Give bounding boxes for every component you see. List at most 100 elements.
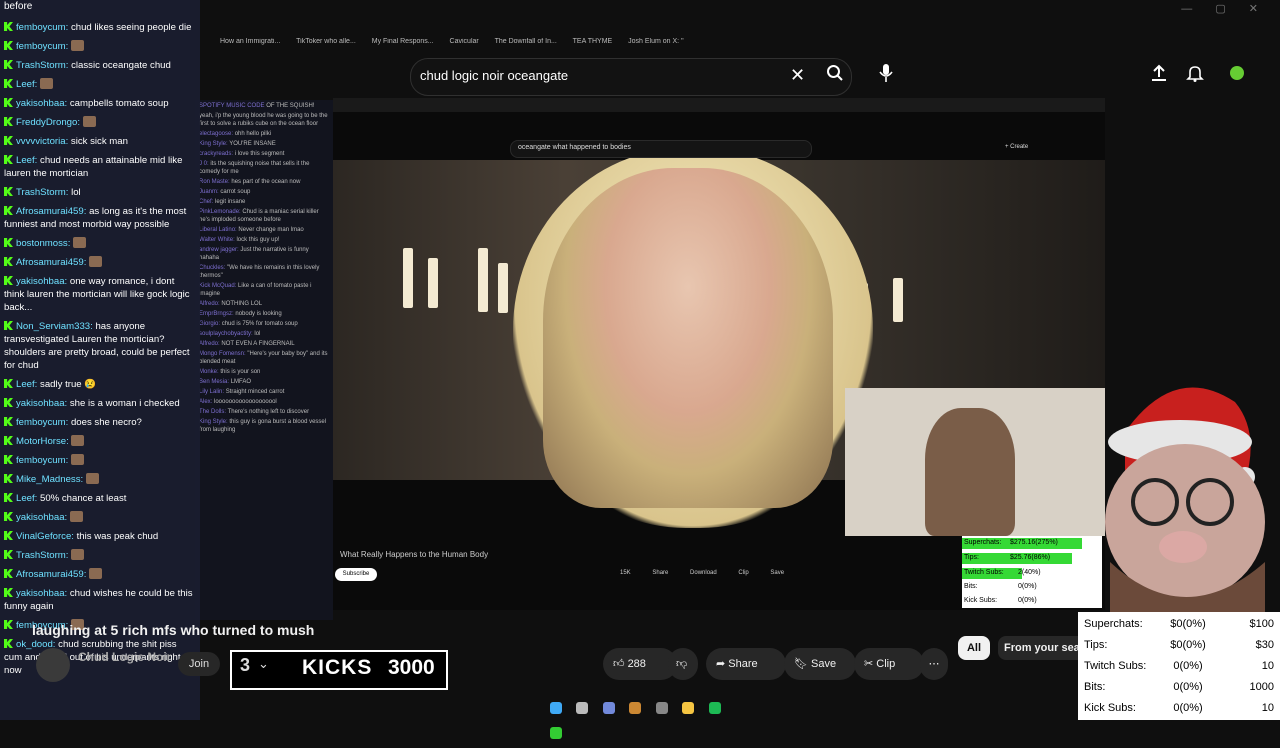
chat-username[interactable]: Afrosamurai459: xyxy=(16,206,86,217)
channel-avatar[interactable] xyxy=(36,648,70,682)
inner-chat-line: Chuckles: "We have his remains in this l… xyxy=(199,264,329,280)
search-icon[interactable] xyxy=(826,64,844,87)
inner-chat-user: Mongo Fomensn: xyxy=(199,351,246,357)
join-button[interactable]: Join xyxy=(178,652,220,676)
discord-icon[interactable] xyxy=(602,702,615,714)
clip-button[interactable]: ✂ Clip xyxy=(854,648,924,680)
chat-username[interactable]: yakisohbaa: xyxy=(16,588,67,599)
donation-row: Superchats: $0(0%) $100 xyxy=(1078,618,1280,636)
chat-username[interactable]: Leef: xyxy=(16,493,37,504)
notifications-bell-icon[interactable] xyxy=(1186,64,1204,87)
spotify-icon[interactable] xyxy=(708,702,721,714)
chat-text: this was peak chud xyxy=(76,531,159,542)
chat-username[interactable]: femboycum: xyxy=(16,41,68,52)
chat-username[interactable]: bostonmoss: xyxy=(16,238,70,249)
chat-username[interactable]: Afrosamurai459: xyxy=(16,257,86,268)
kick-badge-icon xyxy=(4,620,13,629)
browser-icon[interactable] xyxy=(655,702,668,714)
chat-username[interactable]: femboycum: xyxy=(16,22,68,33)
chat-message: yakisohbaa: she is a woman i checked xyxy=(0,394,200,413)
inner-chat-line: Ben Mesia: LMFAO xyxy=(199,378,329,386)
inner-chat-text: nobody is looking xyxy=(235,311,282,317)
mini-value: $275.16(275%) xyxy=(1010,539,1058,546)
share-button[interactable]: ➦ Share xyxy=(706,648,786,680)
mini-value: 0(0%) xyxy=(1018,583,1037,590)
app-icon[interactable] xyxy=(550,727,562,739)
more-options-button[interactable]: ⋯ xyxy=(920,648,948,680)
inner-chat-text: lol xyxy=(254,331,261,337)
chat-username[interactable]: yakisohbaa: xyxy=(16,398,67,409)
chat-username[interactable]: TrashStorm: xyxy=(16,550,68,561)
chat-username[interactable]: VinalGeforce: xyxy=(16,531,74,542)
inner-chat-text: OF THE SQUISH! xyxy=(266,103,315,109)
chat-text: classic oceangate chud xyxy=(71,60,171,71)
inner-subscribe-button: Subscribe xyxy=(335,568,377,581)
upload-icon[interactable] xyxy=(1150,64,1168,87)
donation-goals-panel: Superchats: $0(0%) $100 Tips: $0(0%) $30 Twitc… xyxy=(1078,612,1280,720)
window-controls[interactable]: — ▢ ✕ xyxy=(1181,2,1268,15)
kick-badge-icon xyxy=(4,417,13,426)
presenter-face xyxy=(543,168,833,508)
chat-username[interactable]: MotorHorse: xyxy=(16,436,69,447)
inner-chat-user: King Style: xyxy=(199,141,228,147)
chat-username[interactable]: FreddyDrongo: xyxy=(16,117,80,128)
bookmark[interactable]: My Final Respons... xyxy=(372,38,434,45)
chat-username[interactable]: vvvvvictoria: xyxy=(16,136,68,147)
donation-row: Tips: $0(0%) $30 xyxy=(1078,639,1280,657)
search-input[interactable]: chud logic noir oceangate xyxy=(420,68,568,83)
inner-chat-line: Liberal Latino: Never change man lmao xyxy=(199,226,329,234)
chat-username[interactable]: Leef: xyxy=(16,155,37,166)
bookmark[interactable]: Josh Elum on X: " xyxy=(628,38,683,45)
inner-like-count: 15K xyxy=(620,570,631,576)
folder-icon[interactable] xyxy=(682,702,695,714)
windows-start-icon[interactable] xyxy=(550,702,562,714)
account-avatar[interactable] xyxy=(1230,66,1244,80)
bookmark[interactable]: TEA THYME xyxy=(573,38,613,45)
dislike-button[interactable]: 👎︎ xyxy=(668,648,698,680)
chat-message: femboycum: xyxy=(0,37,200,56)
channel-name[interactable]: Chud Logic Noir xyxy=(78,650,171,664)
inner-chat-text: looooooooooooooooool xyxy=(214,399,277,405)
donation-label: Twitch Subs: xyxy=(1084,660,1147,672)
chat-username[interactable]: TrashStorm: xyxy=(16,60,68,71)
save-button[interactable]: 🔖︎ Save xyxy=(784,648,856,680)
chat-username[interactable]: femboycum: xyxy=(16,417,68,428)
bookmark[interactable]: TikToker who alle... xyxy=(296,38,356,45)
chat-text: 50% chance at least xyxy=(40,493,127,504)
chevron-down-icon[interactable]: ⌄ xyxy=(258,656,269,672)
like-button[interactable]: 👍︎ 288 xyxy=(603,648,677,680)
chat-username[interactable]: Non_Serviam333: xyxy=(16,321,93,332)
inner-chat-line: Alfredo: NOT EVEN A FINGERNAIL xyxy=(199,340,329,348)
kick-badge-icon xyxy=(4,639,13,648)
inner-chat-line: andrew jagger: Just the narrative is fun… xyxy=(199,246,329,262)
app-icon[interactable] xyxy=(629,702,642,714)
chat-username[interactable]: femboycum: xyxy=(16,455,68,466)
kicks-total: 3000 xyxy=(388,656,435,679)
main-video-player[interactable] xyxy=(333,98,1105,610)
chat-message: Mike_Madness: xyxy=(0,470,200,489)
chat-username[interactable]: yakisohbaa: xyxy=(16,512,67,523)
chat-username[interactable]: Leef: xyxy=(16,79,37,90)
donation-goal: $30 xyxy=(1255,639,1274,651)
bookmark[interactable]: Cavicular xyxy=(450,38,479,45)
chat-username[interactable]: Afrosamurai459: xyxy=(16,569,86,580)
clear-search-icon[interactable]: ✕ xyxy=(790,65,805,86)
inner-chat-text: its the squishing noise that sells it th… xyxy=(199,161,310,175)
chat-username[interactable]: Leef: xyxy=(16,379,37,390)
kick-badge-icon xyxy=(4,493,13,502)
kicks-count: 3 xyxy=(240,655,251,675)
kick-badge-icon xyxy=(4,531,13,540)
chat-username[interactable]: Mike_Madness: xyxy=(16,474,83,485)
inner-chat-text: LMFAO xyxy=(230,379,252,385)
chat-username[interactable]: yakisohbaa: xyxy=(16,98,67,109)
chat-username[interactable]: TrashStorm: xyxy=(16,187,68,198)
chip-from-your-search[interactable]: From your search xyxy=(998,636,1086,660)
chat-username[interactable]: yakisohbaa: xyxy=(16,276,67,287)
chip-all[interactable]: All xyxy=(958,636,990,660)
search-icon[interactable] xyxy=(576,702,589,714)
microphone-icon[interactable] xyxy=(878,63,894,88)
bookmark[interactable]: How an Immigrati... xyxy=(220,38,280,45)
donation-label: Kick Subs: xyxy=(1084,702,1136,714)
bookmark[interactable]: The Downfall of In... xyxy=(495,38,557,45)
mini-value: $25.76(86%) xyxy=(1010,554,1051,561)
